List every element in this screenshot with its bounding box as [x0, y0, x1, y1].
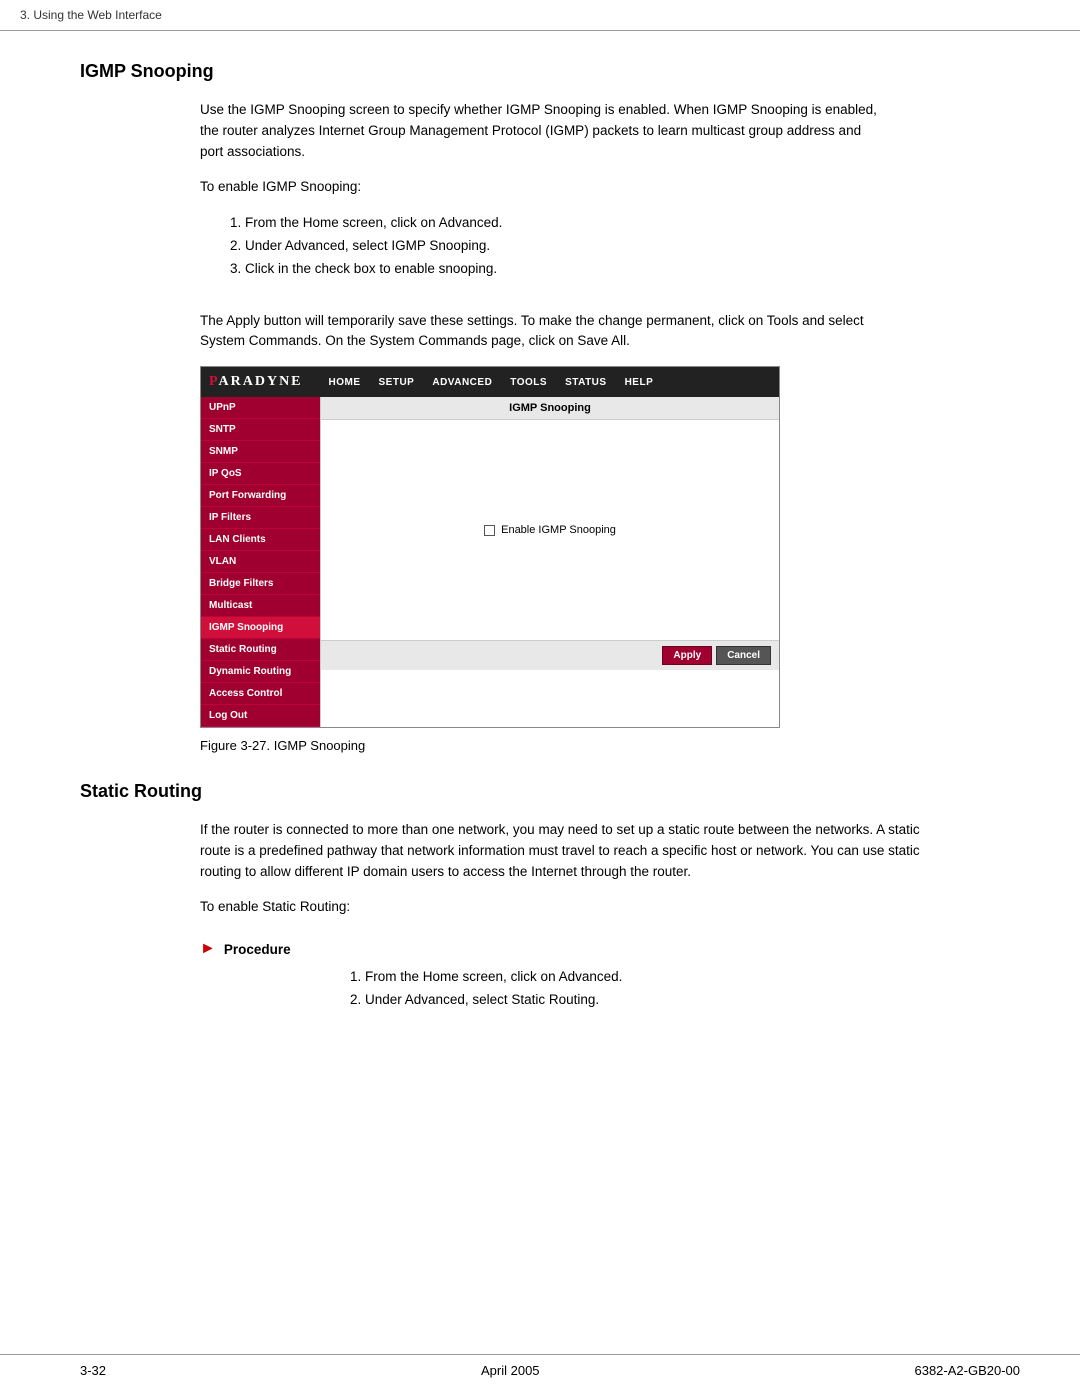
footer-doc-id: 6382-A2-GB20-00 [914, 1363, 1020, 1378]
nav-items: HOME SETUP ADVANCED TOOLS STATUS HELP [321, 373, 662, 392]
apply-button[interactable]: Apply [662, 646, 712, 665]
procedure-block: ► Procedure From the Home screen, click … [200, 940, 900, 1012]
igmp-step-2: Under Advanced, select IGMP Snooping. [220, 235, 1020, 258]
nav-status[interactable]: STATUS [557, 373, 615, 392]
sidebar-snmp[interactable]: SNMP [201, 441, 320, 463]
nav-advanced[interactable]: ADVANCED [424, 373, 500, 392]
procedure-header: ► Procedure [200, 940, 900, 958]
procedure-arrow-icon: ► [200, 940, 216, 958]
router-sidebar: UPnP SNTP SNMP IP QoS Port Forwarding IP… [201, 397, 321, 727]
sidebar-igmp-snooping[interactable]: IGMP Snooping [201, 617, 320, 639]
page-footer: 3-32 April 2005 6382-A2-GB20-00 [0, 1354, 1080, 1378]
static-routing-steps: From the Home screen, click on Advanced.… [340, 966, 900, 1012]
static-routing-section: Static Routing If the router is connecte… [80, 781, 1020, 1012]
sidebar-access-control[interactable]: Access Control [201, 683, 320, 705]
igmp-enable-checkbox-label: Enable IGMP Snooping [501, 524, 616, 536]
nav-home[interactable]: HOME [321, 373, 369, 392]
sidebar-port-forwarding[interactable]: Port Forwarding [201, 485, 320, 507]
router-main-panel: IGMP Snooping Enable IGMP Snooping Apply… [321, 397, 779, 727]
igmp-checkbox-container: Enable IGMP Snooping [484, 524, 616, 536]
igmp-steps-list: From the Home screen, click on Advanced.… [220, 212, 1020, 281]
cancel-button[interactable]: Cancel [716, 646, 771, 665]
sidebar-lan-clients[interactable]: LAN Clients [201, 529, 320, 551]
sidebar-bridge-filters[interactable]: Bridge Filters [201, 573, 320, 595]
sidebar-dynamic-routing[interactable]: Dynamic Routing [201, 661, 320, 683]
footer-date: April 2005 [481, 1363, 540, 1378]
static-step-2: Under Advanced, select Static Routing. [340, 989, 900, 1012]
igmp-enable-label: To enable IGMP Snooping: [200, 177, 880, 198]
static-routing-title: Static Routing [80, 781, 1020, 802]
igmp-intro-text: Use the IGMP Snooping screen to specify … [200, 100, 880, 163]
igmp-section-title: IGMP Snooping [80, 61, 1020, 82]
sidebar-vlan[interactable]: VLAN [201, 551, 320, 573]
sidebar-log-out[interactable]: Log Out [201, 705, 320, 727]
router-body: UPnP SNTP SNMP IP QoS Port Forwarding IP… [201, 397, 779, 727]
igmp-step-3: Click in the check box to enable snoopin… [220, 258, 1020, 281]
igmp-step-1: From the Home screen, click on Advanced. [220, 212, 1020, 235]
static-routing-enable-label: To enable Static Routing: [200, 897, 880, 918]
sidebar-upnp[interactable]: UPnP [201, 397, 320, 419]
router-main-header: IGMP Snooping [321, 397, 779, 420]
static-step-1: From the Home screen, click on Advanced. [340, 966, 900, 989]
router-footer: Apply Cancel [321, 640, 779, 670]
nav-setup[interactable]: SETUP [371, 373, 423, 392]
router-logo: PARADYNE [209, 374, 303, 390]
sidebar-multicast[interactable]: Multicast [201, 595, 320, 617]
procedure-label: Procedure [224, 942, 291, 957]
nav-help[interactable]: HELP [617, 373, 662, 392]
breadcrumb: 3. Using the Web Interface [0, 0, 1080, 31]
router-main-content: Enable IGMP Snooping [321, 420, 779, 640]
router-screenshot: PARADYNE HOME SETUP ADVANCED TOOLS STATU… [200, 366, 780, 728]
sidebar-static-routing[interactable]: Static Routing [201, 639, 320, 661]
nav-tools[interactable]: TOOLS [502, 373, 555, 392]
sidebar-sntp[interactable]: SNTP [201, 419, 320, 441]
footer-page-num: 3-32 [80, 1363, 106, 1378]
sidebar-ip-filters[interactable]: IP Filters [201, 507, 320, 529]
igmp-apply-note: The Apply button will temporarily save t… [200, 311, 880, 353]
router-nav-bar: PARADYNE HOME SETUP ADVANCED TOOLS STATU… [201, 367, 779, 397]
igmp-enable-checkbox[interactable] [484, 525, 495, 536]
sidebar-ipqos[interactable]: IP QoS [201, 463, 320, 485]
figure-caption: Figure 3-27. IGMP Snooping [200, 738, 1020, 753]
static-routing-body: If the router is connected to more than … [200, 820, 920, 883]
